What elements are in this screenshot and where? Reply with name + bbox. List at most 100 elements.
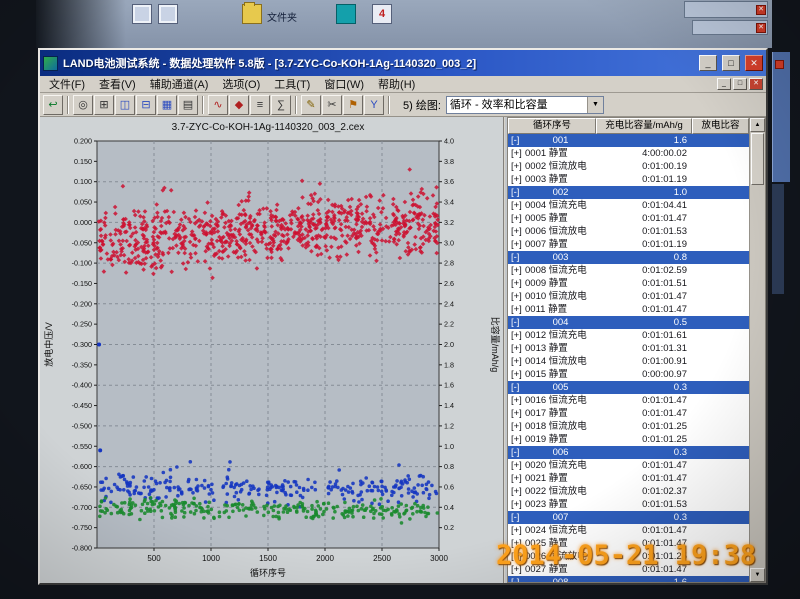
expander-toggle-icon[interactable]: [+] (508, 329, 525, 342)
expander-toggle-icon[interactable]: [+] (508, 173, 525, 186)
cycle-step-row[interactable]: [+] 0001 静置 4:00:00.02 (508, 147, 749, 160)
menu-item[interactable]: 文件(F) (42, 75, 92, 93)
close-icon[interactable] (775, 60, 784, 69)
tile-vertical-icon[interactable]: ⊟ (136, 94, 156, 115)
cycle-group-row[interactable]: [-] 002 1.0 (508, 186, 749, 199)
menu-item[interactable]: 帮助(H) (371, 75, 422, 93)
zoom-icon[interactable]: ◎ (73, 94, 93, 115)
expander-toggle-icon[interactable]: [-] (508, 316, 525, 329)
cycle-step-row[interactable]: [+] 0007 静置 0:01:01.19 (508, 238, 749, 251)
teal-app-icon[interactable] (336, 4, 356, 24)
chevron-down-icon[interactable]: ▼ (586, 96, 603, 113)
menu-item[interactable]: 辅助通道(A) (143, 75, 216, 93)
expander-toggle-icon[interactable]: [-] (508, 446, 525, 459)
layout-icon[interactable]: ▦ (157, 94, 177, 115)
cycle-step-row[interactable]: [+] 0021 静置 0:01:01.47 (508, 472, 749, 485)
expander-toggle-icon[interactable]: [+] (508, 459, 525, 472)
cycle-efficiency-chart[interactable]: 0.200 0.150 0.100 0.050 0.000 -0.050 -0.100 -0.… (40, 117, 505, 583)
close-button[interactable]: ✕ (745, 55, 763, 71)
expander-toggle-icon[interactable]: [-] (508, 511, 525, 524)
desktop-window-icon-2[interactable] (158, 4, 178, 24)
cycle-group-row[interactable]: [-] 003 0.8 (508, 251, 749, 264)
table-view-icon[interactable]: ▤ (178, 94, 198, 115)
cycle-step-row[interactable]: [+] 0004 恒流充电 0:01:04.41 (508, 199, 749, 212)
cycle-group-row[interactable]: [-] 004 0.5 (508, 316, 749, 329)
cycle-step-row[interactable]: [+] 0016 恒流充电 0:01:01.47 (508, 394, 749, 407)
expander-toggle-icon[interactable]: [+] (508, 225, 525, 238)
expander-toggle-icon[interactable]: [+] (508, 485, 525, 498)
back-icon[interactable]: ↩ (43, 94, 63, 115)
menu-item[interactable]: 查看(V) (92, 75, 143, 93)
cycle-step-row[interactable]: [+] 0022 恒流放电 0:01:02.37 (508, 485, 749, 498)
tile-horizontal-icon[interactable]: ◫ (115, 94, 135, 115)
cycle-group-row[interactable]: [-] 001 1.6 (508, 134, 749, 147)
expander-toggle-icon[interactable]: [-] (508, 251, 525, 264)
cycle-step-row[interactable]: [+] 0013 静置 0:01:01.31 (508, 342, 749, 355)
expander-toggle-icon[interactable]: [+] (508, 355, 525, 368)
expander-toggle-icon[interactable]: [-] (508, 381, 525, 394)
list-icon[interactable]: ≡ (250, 94, 270, 115)
cycle-step-row[interactable]: [+] 0024 恒流充电 0:01:01.47 (508, 524, 749, 537)
cycle-step-row[interactable]: [+] 0008 恒流充电 0:01:02.59 (508, 264, 749, 277)
edit-icon[interactable]: ✎ (301, 94, 321, 115)
cycle-step-row[interactable]: [+] 0017 静置 0:01:01.47 (508, 407, 749, 420)
expander-toggle-icon[interactable]: [+] (508, 160, 525, 173)
expander-toggle-icon[interactable]: [+] (508, 524, 525, 537)
desktop-window-icon-1[interactable] (132, 4, 152, 24)
cycle-step-row[interactable]: [+] 0005 静置 0:01:01.47 (508, 212, 749, 225)
cycle-group-row[interactable]: [-] 005 0.3 (508, 381, 749, 394)
scrollbar-track[interactable] (750, 186, 765, 568)
scatter-icon[interactable]: ◆ (229, 94, 249, 115)
expander-toggle-icon[interactable]: [-] (508, 186, 525, 199)
cycle-step-row[interactable]: [+] 0019 静置 0:01:01.25 (508, 433, 749, 446)
cycle-step-row[interactable]: [+] 0014 恒流放电 0:01:00.91 (508, 355, 749, 368)
mdi-close-button[interactable]: ✕ (749, 78, 763, 90)
expander-toggle-icon[interactable]: [-] (508, 576, 525, 582)
curve-icon[interactable]: ∿ (208, 94, 228, 115)
expander-toggle-icon[interactable]: [+] (508, 277, 525, 290)
column-header[interactable]: 循环序号 (508, 118, 596, 134)
cycle-step-row[interactable]: [+] 0020 恒流充电 0:01:01.47 (508, 459, 749, 472)
cycle-step-row[interactable]: [+] 0012 恒流充电 0:01:01.61 (508, 329, 749, 342)
cycle-step-row[interactable]: [+] 0003 静置 0:01:01.19 (508, 173, 749, 186)
expander-toggle-icon[interactable]: [+] (508, 199, 525, 212)
expander-toggle-icon[interactable]: [+] (508, 212, 525, 225)
expander-toggle-icon[interactable]: [+] (508, 472, 525, 485)
background-window-1[interactable]: ✕ (684, 1, 768, 18)
cut-icon[interactable]: ✂ (322, 94, 342, 115)
cycle-step-row[interactable]: [+] 0006 恒流放电 0:01:01.53 (508, 225, 749, 238)
menu-item[interactable]: 工具(T) (267, 75, 317, 93)
expander-toggle-icon[interactable]: [+] (508, 290, 525, 303)
expander-toggle-icon[interactable]: [+] (508, 407, 525, 420)
cycle-step-row[interactable]: [+] 0009 静置 0:01:01.51 (508, 277, 749, 290)
cycle-step-row[interactable]: [+] 0015 静置 0:00:00.97 (508, 368, 749, 381)
expander-toggle-icon[interactable]: [+] (508, 420, 525, 433)
expander-toggle-icon[interactable]: [+] (508, 238, 525, 251)
grid-view-icon[interactable]: ⊞ (94, 94, 114, 115)
expander-toggle-icon[interactable]: [+] (508, 368, 525, 381)
menu-item[interactable]: 窗口(W) (317, 75, 371, 93)
background-window-2[interactable]: ✕ (692, 20, 768, 35)
badge-icon[interactable]: 4 (372, 4, 392, 24)
close-icon[interactable]: ✕ (756, 4, 766, 15)
mdi-restore-button[interactable]: □ (733, 78, 747, 90)
minimize-button[interactable]: _ (699, 55, 717, 71)
expander-toggle-icon[interactable]: [+] (508, 147, 525, 160)
plot-type-combobox[interactable]: 循环 - 效率和比容量 ▼ (445, 95, 604, 114)
menu-item[interactable]: 选项(O) (215, 75, 267, 93)
expander-toggle-icon[interactable]: [+] (508, 264, 525, 277)
expander-toggle-icon[interactable]: [+] (508, 303, 525, 316)
cycle-step-row[interactable]: [+] 0011 静置 0:01:01.47 (508, 303, 749, 316)
folder-icon[interactable] (242, 2, 262, 24)
scrollbar-thumb[interactable] (751, 133, 764, 185)
cycle-step-row[interactable]: [+] 0002 恒流放电 0:01:00.19 (508, 160, 749, 173)
cycle-group-row[interactable]: [-] 007 0.3 (508, 511, 749, 524)
close-icon[interactable]: ✕ (756, 22, 766, 33)
cycle-group-row[interactable]: [-] 006 0.3 (508, 446, 749, 459)
expander-toggle-icon[interactable]: [-] (508, 134, 525, 147)
maximize-button[interactable]: □ (722, 55, 740, 71)
scroll-up-icon[interactable]: ▲ (750, 118, 765, 132)
column-header[interactable]: 充电比容量/mAh/g (596, 118, 692, 134)
cycle-step-row[interactable]: [+] 0018 恒流放电 0:01:01.25 (508, 420, 749, 433)
cycle-step-row[interactable]: [+] 0010 恒流放电 0:01:01.47 (508, 290, 749, 303)
